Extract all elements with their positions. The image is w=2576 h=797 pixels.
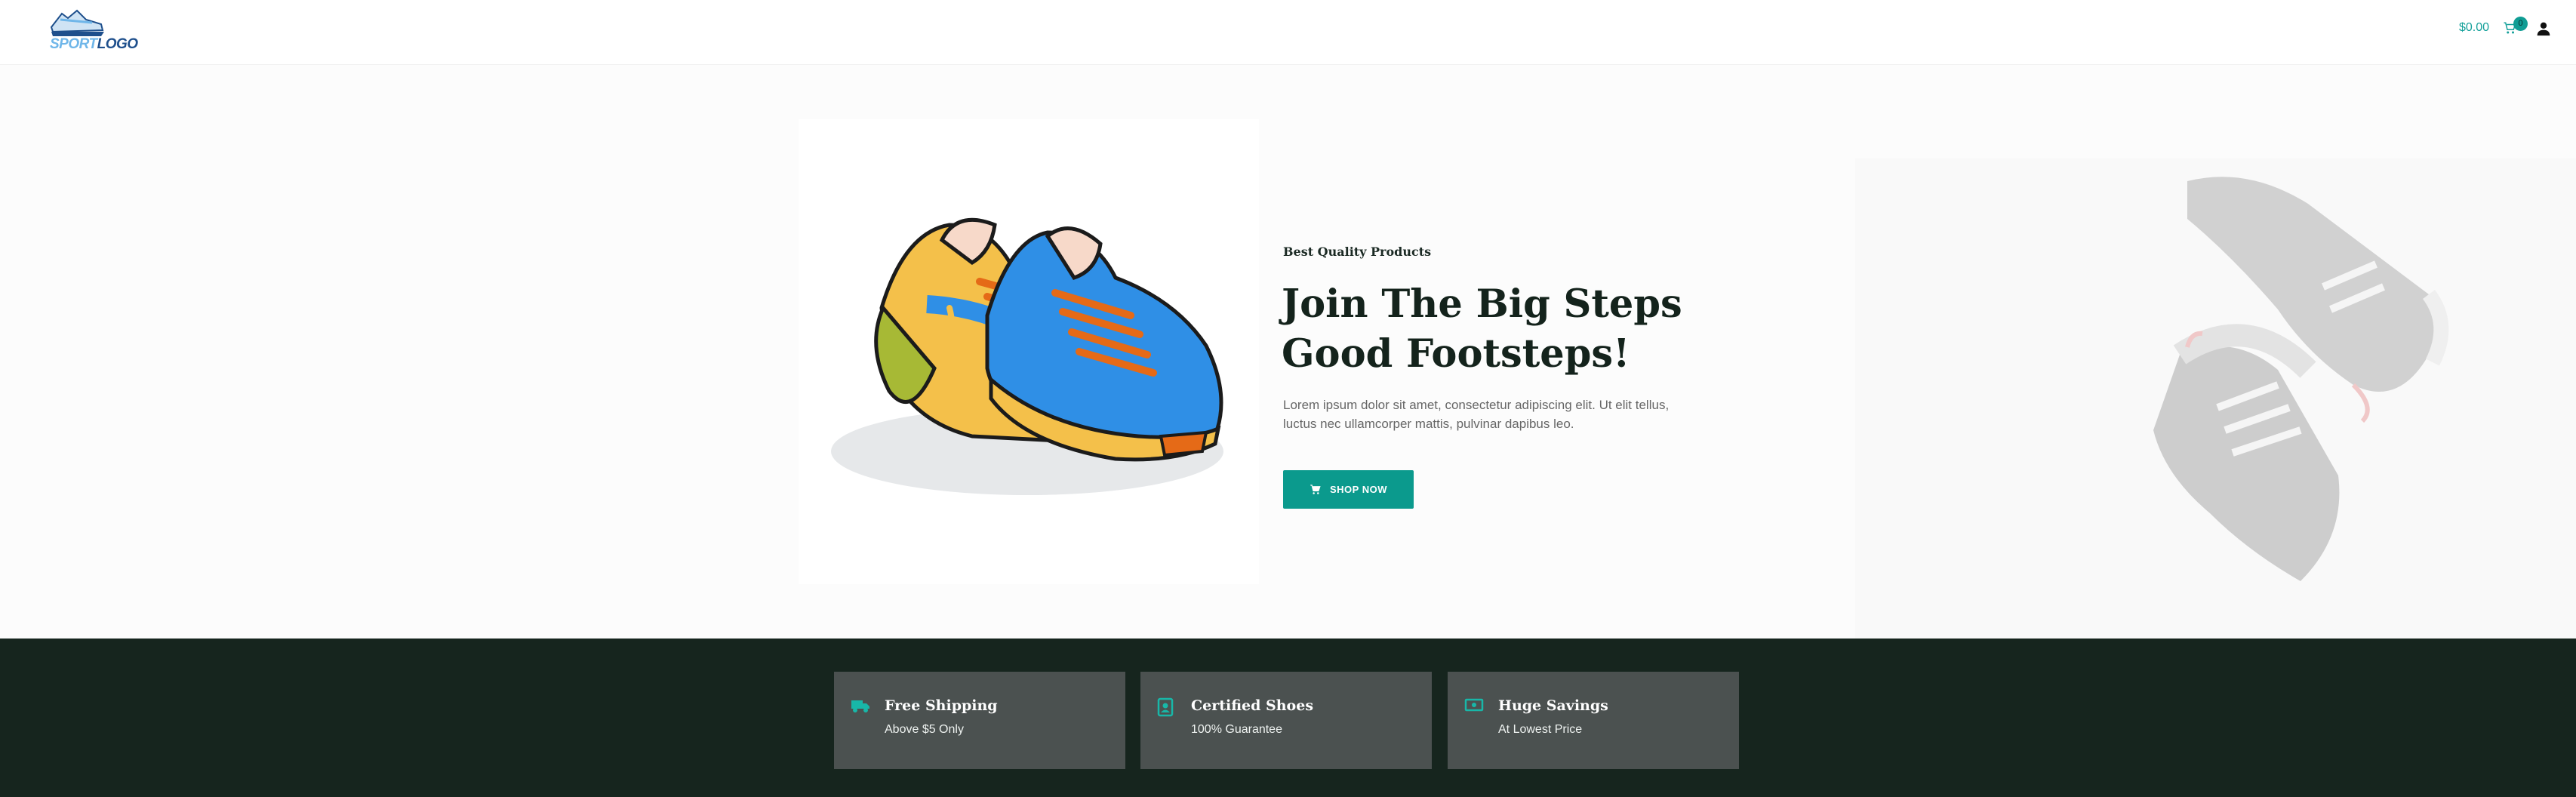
feature-title: Free Shipping bbox=[885, 697, 998, 714]
cart-icon bbox=[1310, 485, 1321, 494]
grey-sneakers-image bbox=[2153, 177, 2449, 581]
feature-title: Certified Shoes bbox=[1191, 697, 1314, 714]
feature-title: Huge Savings bbox=[1498, 697, 1608, 714]
cart-total[interactable]: $0.00 bbox=[2459, 21, 2489, 35]
feature-subtitle: Above $5 Only bbox=[885, 723, 964, 736]
feature-subtitle: 100% Guarantee bbox=[1191, 723, 1282, 736]
hero-title: Join The Big Steps Good Footsteps! bbox=[1282, 282, 1682, 377]
cart-count-badge: 0 bbox=[2513, 17, 2528, 31]
features-band: Free Shipping Above $5 Only Certified Sh… bbox=[0, 639, 2576, 797]
hero-image-card bbox=[799, 119, 1259, 584]
money-icon bbox=[1464, 697, 1485, 719]
site-header: SPORTLOGO $0.00 0 bbox=[0, 0, 2576, 65]
shoe-logo-icon bbox=[50, 9, 104, 36]
shop-now-button[interactable]: SHOP NOW bbox=[1283, 470, 1414, 509]
logo-text: SPORTLOGO bbox=[50, 36, 138, 52]
hero-eyebrow: Best Quality Products bbox=[1283, 245, 1432, 259]
feature-free-shipping: Free Shipping Above $5 Only bbox=[834, 672, 1125, 769]
feature-certified-shoes: Certified Shoes 100% Guarantee bbox=[1140, 672, 1432, 769]
site-logo[interactable]: SPORTLOGO bbox=[47, 6, 138, 52]
hero-section: Best Quality Products Join The Big Steps… bbox=[0, 65, 2576, 639]
shop-now-label: SHOP NOW bbox=[1330, 484, 1387, 495]
sneakers-illustration bbox=[831, 217, 1223, 495]
hero-background-image bbox=[1855, 158, 2576, 639]
feature-huge-savings: Huge Savings At Lowest Price bbox=[1448, 672, 1739, 769]
feature-subtitle: At Lowest Price bbox=[1498, 723, 1583, 736]
badge-icon bbox=[1157, 697, 1178, 719]
user-icon[interactable] bbox=[2536, 21, 2551, 38]
truck-icon bbox=[851, 697, 872, 719]
hero-description: Lorem ipsum dolor sit amet, consectetur … bbox=[1283, 398, 1670, 431]
